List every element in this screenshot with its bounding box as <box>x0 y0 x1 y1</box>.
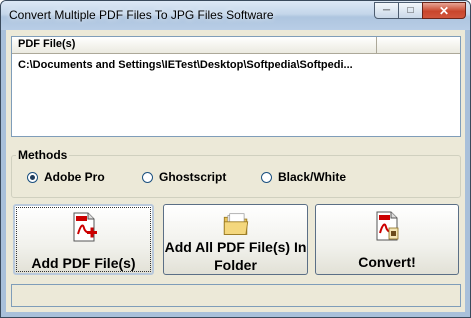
list-header: PDF File(s) <box>12 37 460 54</box>
add-folder-button[interactable]: Add All PDF File(s) In Folder <box>163 204 308 275</box>
radio-label: Black/White <box>278 170 347 184</box>
status-bar <box>11 284 461 307</box>
radio-ghostscript[interactable]: Ghostscript <box>142 170 226 184</box>
app-window: Convert Multiple PDF Files To JPG Files … <box>0 0 471 318</box>
add-pdf-files-button[interactable]: Add PDF File(s) <box>13 204 154 275</box>
pdf-convert-icon <box>376 211 399 241</box>
radio-black-white[interactable]: Black/White <box>261 170 346 184</box>
client-area: PDF File(s) C:\Documents and Settings\IE… <box>6 30 465 312</box>
add-pdf-files-label: Add PDF File(s) <box>31 255 136 271</box>
maximize-icon: □ <box>407 5 414 16</box>
close-icon: ✕ <box>438 3 450 18</box>
pdf-add-icon <box>73 212 97 242</box>
radio-adobe-pro[interactable]: Adobe Pro <box>27 170 105 184</box>
minimize-icon: ─ <box>382 5 391 16</box>
pdf-file-list[interactable]: PDF File(s) C:\Documents and Settings\IE… <box>11 36 461 137</box>
add-folder-label: Add All PDF File(s) In Folder <box>164 239 307 273</box>
column-header-pdf-files[interactable]: PDF File(s) <box>12 37 377 54</box>
maximize-button[interactable]: □ <box>398 2 423 19</box>
radio-selected-icon <box>27 171 38 183</box>
methods-group-title: Methods <box>16 148 70 162</box>
radio-label: Ghostscript <box>159 170 227 184</box>
radio-unselected-icon <box>142 171 153 183</box>
list-item[interactable]: C:\Documents and Settings\IETest\Desktop… <box>18 59 378 71</box>
window-title: Convert Multiple PDF Files To JPG Files … <box>9 8 274 22</box>
column-header-empty[interactable] <box>377 37 460 54</box>
convert-button[interactable]: Convert! <box>315 204 459 275</box>
convert-label: Convert! <box>358 254 416 270</box>
radio-label: Adobe Pro <box>44 170 105 184</box>
radio-unselected-icon <box>261 171 272 183</box>
title-bar[interactable]: Convert Multiple PDF Files To JPG Files … <box>1 1 470 30</box>
close-button[interactable]: ✕ <box>422 2 466 19</box>
minimize-button[interactable]: ─ <box>374 2 399 19</box>
folder-icon <box>223 213 248 235</box>
